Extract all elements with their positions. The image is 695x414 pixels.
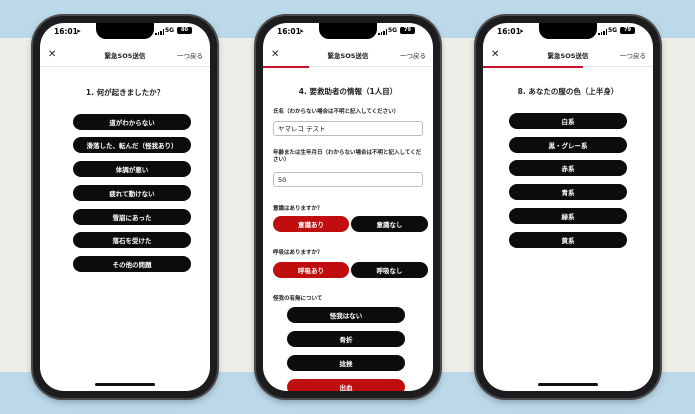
conscious-no-button[interactable]: 意識なし (351, 216, 428, 232)
battery-icon: 79 (400, 27, 415, 34)
color-option-button[interactable]: 白系 (509, 113, 627, 129)
home-indicator (538, 383, 598, 386)
status-bar: 16:01 ➤ 5G 79 (483, 23, 653, 45)
header: ✕ 緊急SOS送信 一つ戻る (40, 47, 210, 65)
injury-option-button[interactable]: 怪我はない (287, 307, 405, 323)
header: ✕ 緊急SOS送信 一つ戻る (483, 47, 653, 65)
location-arrow-icon: ➤ (519, 28, 525, 35)
option-button[interactable]: 体調が悪い (73, 161, 191, 177)
option-button[interactable]: 雪崩にあった (73, 209, 191, 225)
option-button[interactable]: その他の問題 (73, 256, 191, 272)
age-field[interactable]: 50 (273, 172, 423, 187)
network-label: 5G (165, 27, 175, 34)
option-button[interactable]: 滑落した、転んだ（怪我あり） (73, 137, 191, 153)
screen-middle: 16:01 ➤ 5G 79 ✕ 緊急SOS送信 一つ戻る 4. 要救助者の情報（… (263, 23, 433, 391)
status-bar: 16:01 ➤ 5G 79 (263, 23, 433, 45)
battery-icon: 79 (620, 27, 635, 34)
injury-option-button[interactable]: 出血 (287, 379, 405, 391)
home-indicator (95, 383, 155, 386)
question-title: 4. 要救助者の情報（1人目） (298, 87, 398, 96)
location-arrow-icon: ➤ (76, 28, 82, 35)
conscious-label: 意識はありますか？ (273, 206, 323, 212)
back-button[interactable]: 一つ戻る (177, 50, 203, 60)
signal-icon (155, 29, 164, 35)
progress-track (40, 66, 210, 67)
screen-right: 16:01 ➤ 5G 79 ✕ 緊急SOS送信 一つ戻る 8. あなたの服の色（… (483, 23, 653, 391)
name-label: 氏名（わからない場合は不明と記入してください） (273, 109, 400, 115)
breath-no-button[interactable]: 呼吸なし (351, 262, 428, 278)
location-arrow-icon: ➤ (299, 28, 305, 35)
status-time: 16:01 (277, 27, 301, 36)
age-label: 年齢または生年月日（わからない場合は不明と記入してください） (273, 150, 422, 163)
battery-icon: 80 (177, 27, 192, 34)
header: ✕ 緊急SOS送信 一つ戻る (263, 47, 433, 65)
status-bar: 16:01 ➤ 5G 80 (40, 23, 210, 45)
color-option-button[interactable]: 黒・グレー系 (509, 137, 627, 153)
color-option-button[interactable]: 黄系 (509, 232, 627, 248)
color-option-button[interactable]: 青系 (509, 184, 627, 200)
progress-fill (263, 66, 309, 68)
name-field[interactable]: ヤマレコ テスト (273, 121, 423, 136)
network-label: 5G (608, 27, 618, 34)
status-time: 16:01 (54, 27, 78, 36)
injury-option-button[interactable]: 骨折 (287, 331, 405, 347)
phone-frame-middle: 16:01 ➤ 5G 79 ✕ 緊急SOS送信 一つ戻る 4. 要救助者の情報（… (256, 16, 440, 398)
color-option-button[interactable]: 赤系 (509, 160, 627, 176)
breath-label: 呼吸はありますか？ (273, 250, 323, 256)
phone-frame-right: 16:01 ➤ 5G 79 ✕ 緊急SOS送信 一つ戻る 8. あなたの服の色（… (476, 16, 660, 398)
injury-label: 怪我の有無について (273, 296, 323, 302)
color-option-button[interactable]: 緑系 (509, 208, 627, 224)
breath-yes-button[interactable]: 呼吸あり (273, 262, 349, 278)
question-title: 8. あなたの服の色（上半身） (517, 87, 619, 96)
back-button[interactable]: 一つ戻る (620, 50, 646, 60)
network-label: 5G (388, 27, 398, 34)
back-button[interactable]: 一つ戻る (400, 50, 426, 60)
option-button[interactable]: 落石を受けた (73, 232, 191, 248)
question-title: 1. 何が起きましたか？ (85, 88, 165, 97)
progress-fill (483, 66, 583, 68)
screen-left: 16:01 ➤ 5G 80 ✕ 緊急SOS送信 一つ戻る 1. 何が起きましたか… (40, 23, 210, 391)
option-button[interactable]: 道がわからない (73, 114, 191, 130)
signal-icon (378, 29, 387, 35)
phone-frame-left: 16:01 ➤ 5G 80 ✕ 緊急SOS送信 一つ戻る 1. 何が起きましたか… (33, 16, 217, 398)
conscious-yes-button[interactable]: 意識あり (273, 216, 349, 232)
signal-icon (598, 29, 607, 35)
status-time: 16:01 (497, 27, 521, 36)
option-button[interactable]: 疲れて動けない (73, 185, 191, 201)
injury-option-button[interactable]: 捻挫 (287, 355, 405, 371)
